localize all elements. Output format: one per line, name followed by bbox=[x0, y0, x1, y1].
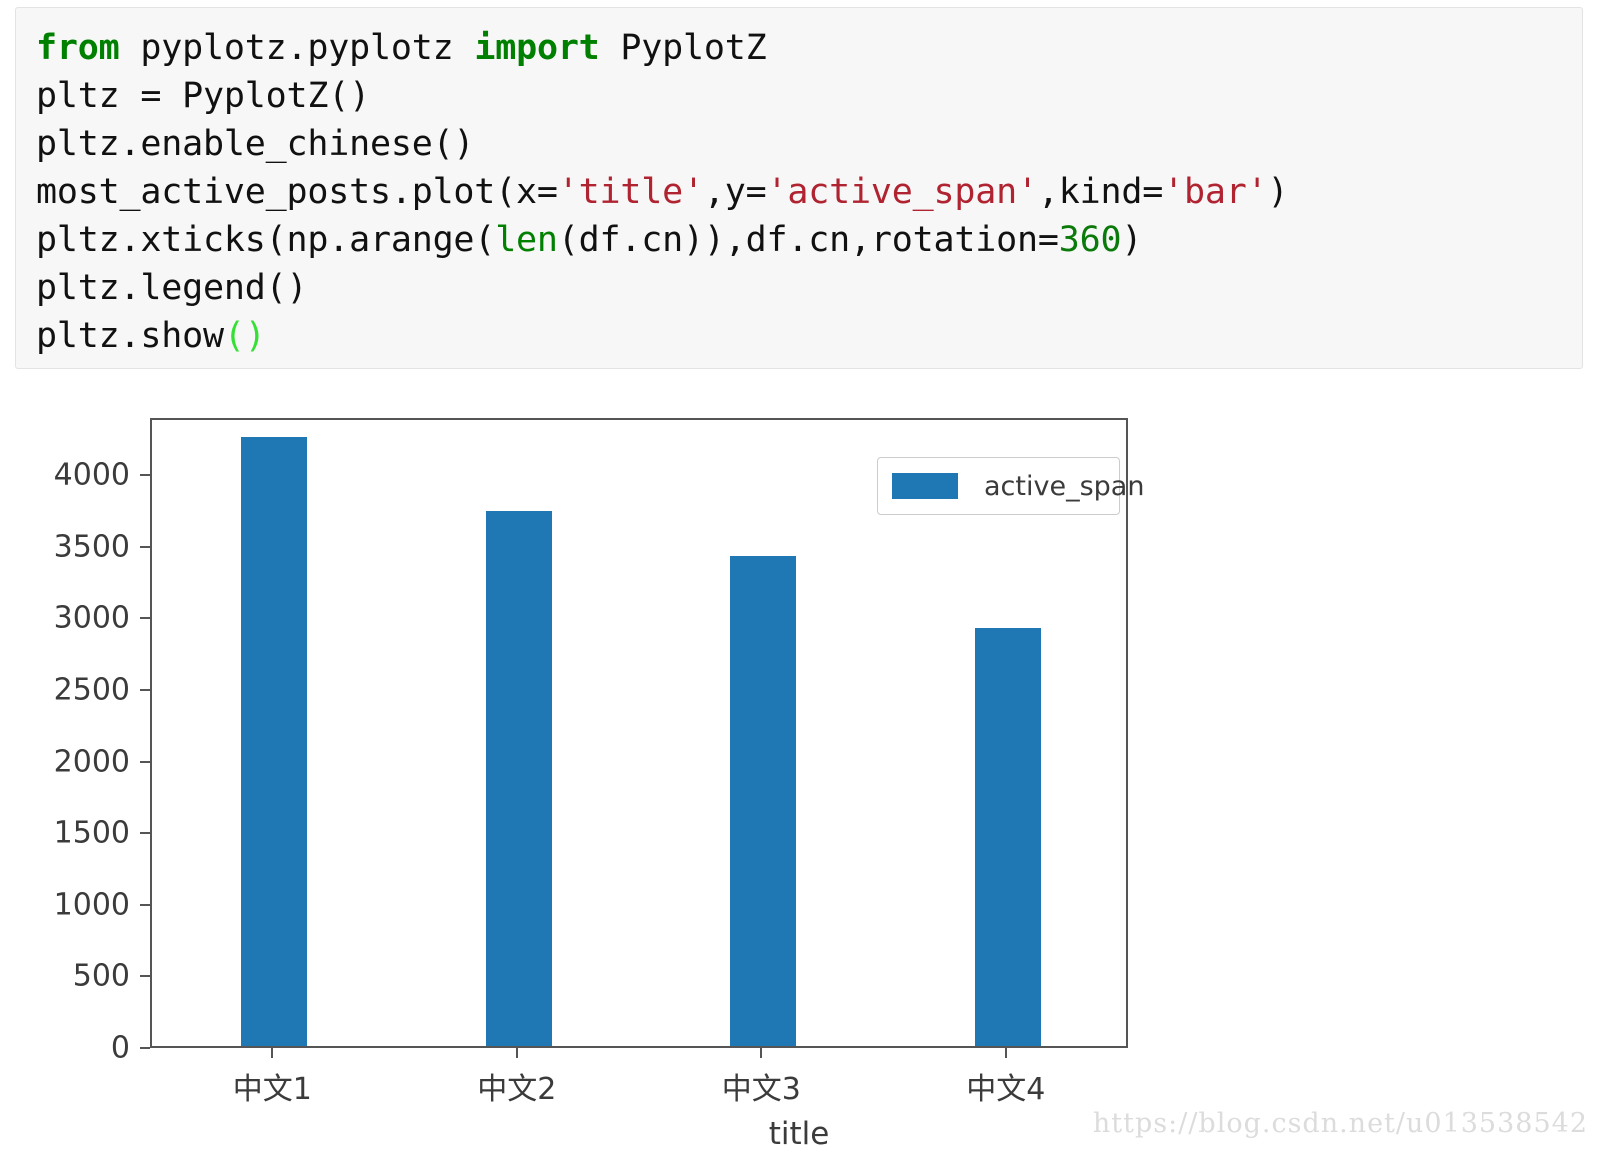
code-text-line-7-a: pltz.show bbox=[36, 316, 224, 356]
code-cell[interactable]: from pyplotz.pyplotz import PyplotZ pltz… bbox=[15, 7, 1583, 369]
x-axis-tick-mark bbox=[1004, 1048, 1007, 1058]
bracket-highlight: () bbox=[223, 316, 266, 356]
code-line-4: most_active_posts.plot(x='title',y='acti… bbox=[36, 168, 1582, 216]
y-axis-tick-label: 2000 bbox=[53, 744, 130, 780]
string-bar: 'bar' bbox=[1163, 172, 1268, 212]
y-axis-tick-mark bbox=[140, 760, 150, 763]
code-line-5: pltz.xticks(np.arange(len(df.cn)),df.cn,… bbox=[36, 216, 1582, 264]
code-text-line-2: pltz = PyplotZ() bbox=[36, 76, 370, 116]
code-text-line-6: pltz.legend() bbox=[36, 268, 308, 308]
y-axis-tick-mark bbox=[140, 689, 150, 692]
bar bbox=[241, 437, 308, 1046]
y-axis-tick-mark bbox=[140, 545, 150, 548]
y-axis-tick-label: 0 bbox=[110, 1030, 130, 1066]
class-name: PyplotZ bbox=[599, 28, 767, 68]
code-text-line-4-d: ) bbox=[1267, 172, 1289, 212]
y-axis-tick-mark bbox=[140, 832, 150, 835]
x-axis-tick-label: 中文2 bbox=[477, 1072, 557, 1107]
builtin-len: len bbox=[495, 220, 558, 260]
y-axis-tick-mark bbox=[140, 903, 150, 906]
code-text-line-4-a: most_active_posts.plot(x= bbox=[36, 172, 558, 212]
code-text-line-5-c: ) bbox=[1121, 220, 1143, 260]
code-line-1: from pyplotz.pyplotz import PyplotZ bbox=[36, 24, 1582, 72]
code-line-7: pltz.show() bbox=[36, 312, 1582, 360]
code-text-line-4-b: ,y= bbox=[703, 172, 767, 212]
keyword-import: import bbox=[474, 28, 600, 68]
code-line-3: pltz.enable_chinese() bbox=[36, 120, 1582, 168]
y-axis-tick-label: 1000 bbox=[53, 887, 130, 923]
bar bbox=[485, 510, 552, 1046]
y-axis-tick-mark bbox=[140, 617, 150, 620]
x-axis-tick-mark bbox=[760, 1048, 763, 1058]
x-axis-tick-label: 中文3 bbox=[721, 1072, 801, 1107]
y-axis-tick-mark bbox=[140, 975, 150, 978]
code-text-line-5-a: pltz.xticks(np.arange( bbox=[36, 220, 496, 260]
string-title: 'title' bbox=[557, 172, 704, 212]
string-active-span: 'active_span' bbox=[766, 172, 1039, 212]
y-axis-tick-label: 2500 bbox=[53, 672, 130, 708]
chart-legend: active_span bbox=[877, 457, 1144, 515]
legend-swatch-active-span bbox=[892, 473, 958, 499]
bar bbox=[730, 556, 797, 1046]
code-line-6: pltz.legend() bbox=[36, 264, 1582, 312]
x-axis-tick-mark bbox=[271, 1048, 274, 1058]
y-axis-tick-label: 3000 bbox=[53, 600, 130, 636]
y-axis-tick-mark bbox=[140, 474, 150, 477]
code-text-line-5-b: (df.cn)),df.cn,rotation= bbox=[557, 220, 1059, 260]
y-axis-tick-label: 1500 bbox=[53, 815, 130, 851]
code-text-line-3: pltz.enable_chinese() bbox=[36, 124, 475, 164]
bar bbox=[974, 627, 1041, 1046]
keyword-from: from bbox=[36, 28, 120, 68]
y-axis-tick-label: 500 bbox=[72, 958, 130, 994]
module-path: pyplotz.pyplotz bbox=[119, 28, 475, 68]
y-axis-tick-label: 4000 bbox=[53, 457, 130, 493]
code-line-2: pltz = PyplotZ() bbox=[36, 72, 1582, 120]
x-axis-tick-label: 中文1 bbox=[232, 1072, 312, 1107]
x-axis-tick-label: 中文4 bbox=[966, 1072, 1046, 1107]
legend-label-active-span: active_span bbox=[984, 470, 1145, 502]
plot-area: active_span bbox=[150, 418, 1144, 1048]
y-axis-tick-mark bbox=[140, 1047, 150, 1049]
y-axis-tick-label: 3500 bbox=[53, 529, 130, 565]
number-360: 360 bbox=[1058, 220, 1122, 260]
code-text-line-4-c: ,kind= bbox=[1037, 172, 1164, 212]
watermark: https://blog.csdn.net/u013538542 bbox=[1092, 1108, 1588, 1139]
matplotlib-figure: active_span 0 500 1000 1500 2000 2500 3000 3500… bbox=[0, 380, 1598, 1170]
x-axis-tick-mark bbox=[515, 1048, 518, 1058]
